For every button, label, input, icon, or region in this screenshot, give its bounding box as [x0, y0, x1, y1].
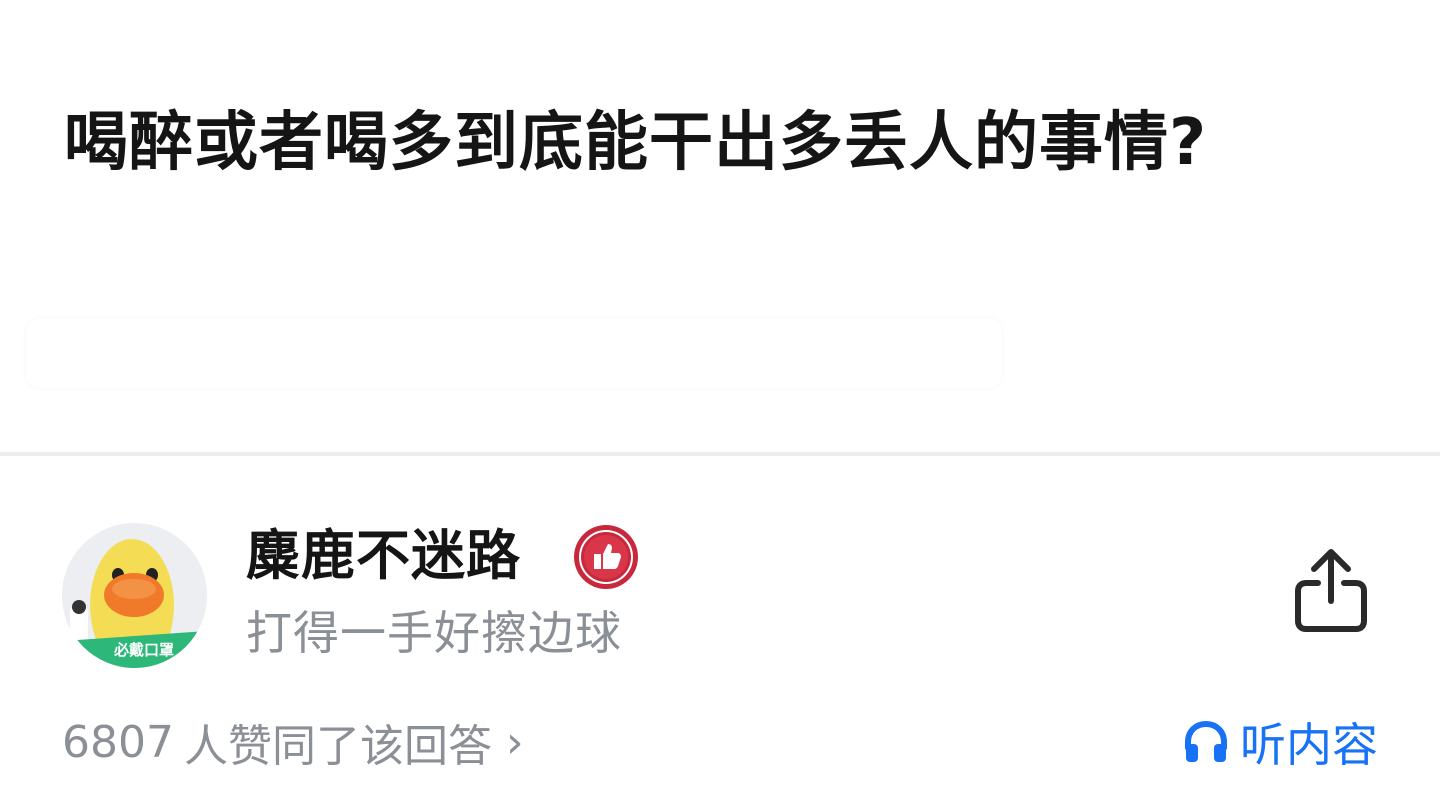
share-button[interactable]: [1290, 545, 1372, 637]
vote-summary-link[interactable]: 6807 人赞同了该回答 ›: [62, 710, 524, 774]
thumbs-up-badge-icon: [572, 523, 640, 591]
headphones-icon: [1185, 720, 1227, 762]
share-icon: [1295, 549, 1367, 632]
vote-count: 6807: [62, 716, 174, 768]
duck-avatar-icon: 必戴口罩: [62, 523, 207, 668]
placeholder-box: [26, 318, 1002, 388]
listen-button[interactable]: 听内容: [1182, 710, 1378, 774]
author-avatar[interactable]: 必戴口罩: [62, 523, 207, 668]
author-name[interactable]: 麋鹿不迷路: [246, 522, 521, 590]
answer-page: 喝醉或者喝多到底能干出多丢人的事情? 必戴口罩 麋鹿不迷路 打得一手好擦边球 6…: [0, 0, 1440, 810]
vote-text: 人赞同了该回答: [183, 721, 492, 772]
listen-label: 听内容: [1240, 718, 1378, 772]
chevron-right-icon: ›: [505, 716, 524, 768]
avatar-badge-text: 必戴口罩: [113, 641, 174, 659]
author-bio: 打得一手好擦边球: [246, 606, 622, 660]
divider: [0, 452, 1440, 456]
question-title[interactable]: 喝醉或者喝多到底能干出多丢人的事情?: [64, 88, 1324, 198]
